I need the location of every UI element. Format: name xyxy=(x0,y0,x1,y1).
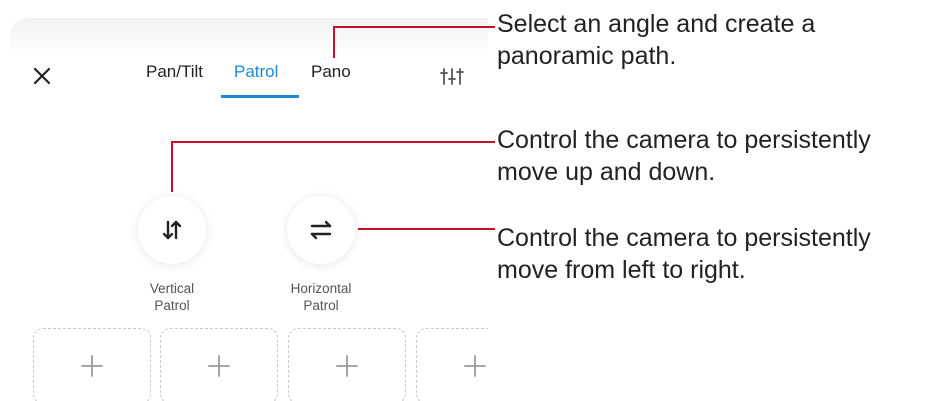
horizontal-patrol-label-line1: Horizontal xyxy=(290,281,352,296)
plus-icon xyxy=(336,355,358,377)
settings-button[interactable] xyxy=(436,60,468,92)
camera-control-panel: Pan/Tilt Patrol Pano Vertical Patrol Hor… xyxy=(0,0,488,401)
horizontal-patrol-label: Horizontal Patrol xyxy=(261,280,381,314)
tab-patrol[interactable]: Patrol xyxy=(234,62,278,84)
plus-icon xyxy=(208,355,230,377)
callout-pano-line1: Select an angle and create a xyxy=(497,10,816,38)
preset-slot-4[interactable] xyxy=(416,328,488,401)
callout-vertical: Control the camera to persistently move … xyxy=(497,124,871,188)
preset-slot-1[interactable] xyxy=(33,328,151,401)
close-button[interactable] xyxy=(26,60,58,92)
preset-slot-3[interactable] xyxy=(288,328,406,401)
horizontal-arrows-icon xyxy=(310,220,332,240)
plus-icon xyxy=(464,355,486,377)
preset-slot-2[interactable] xyxy=(160,328,278,401)
plus-icon xyxy=(81,355,103,377)
horizontal-patrol-button[interactable] xyxy=(287,196,355,264)
vertical-patrol-button[interactable] xyxy=(138,196,206,264)
tab-pano[interactable]: Pano xyxy=(311,62,351,84)
vertical-patrol-label-line1: Vertical xyxy=(149,281,195,296)
callout-vertical-line1: Control the camera to persistently xyxy=(497,126,871,154)
vertical-arrows-icon xyxy=(162,220,182,240)
callout-pano: Select an angle and create a panoramic p… xyxy=(497,8,815,72)
vertical-patrol-label: Vertical Patrol xyxy=(112,280,232,314)
tab-pan-tilt[interactable]: Pan/Tilt xyxy=(146,62,203,84)
callout-vertical-line2: move up and down. xyxy=(497,158,716,186)
active-tab-indicator xyxy=(221,95,299,98)
callout-horizontal-line1: Control the camera to persistently xyxy=(497,224,871,252)
close-icon xyxy=(33,67,51,85)
sliders-icon xyxy=(440,68,464,85)
callout-pano-line2: panoramic path. xyxy=(497,42,677,70)
vertical-patrol-label-line2: Patrol xyxy=(154,298,190,313)
callout-horizontal-line2: move from left to right. xyxy=(497,256,746,284)
panel-header-background xyxy=(10,18,488,58)
callout-horizontal: Control the camera to persistently move … xyxy=(497,222,871,286)
horizontal-patrol-label-line2: Patrol xyxy=(303,298,339,313)
